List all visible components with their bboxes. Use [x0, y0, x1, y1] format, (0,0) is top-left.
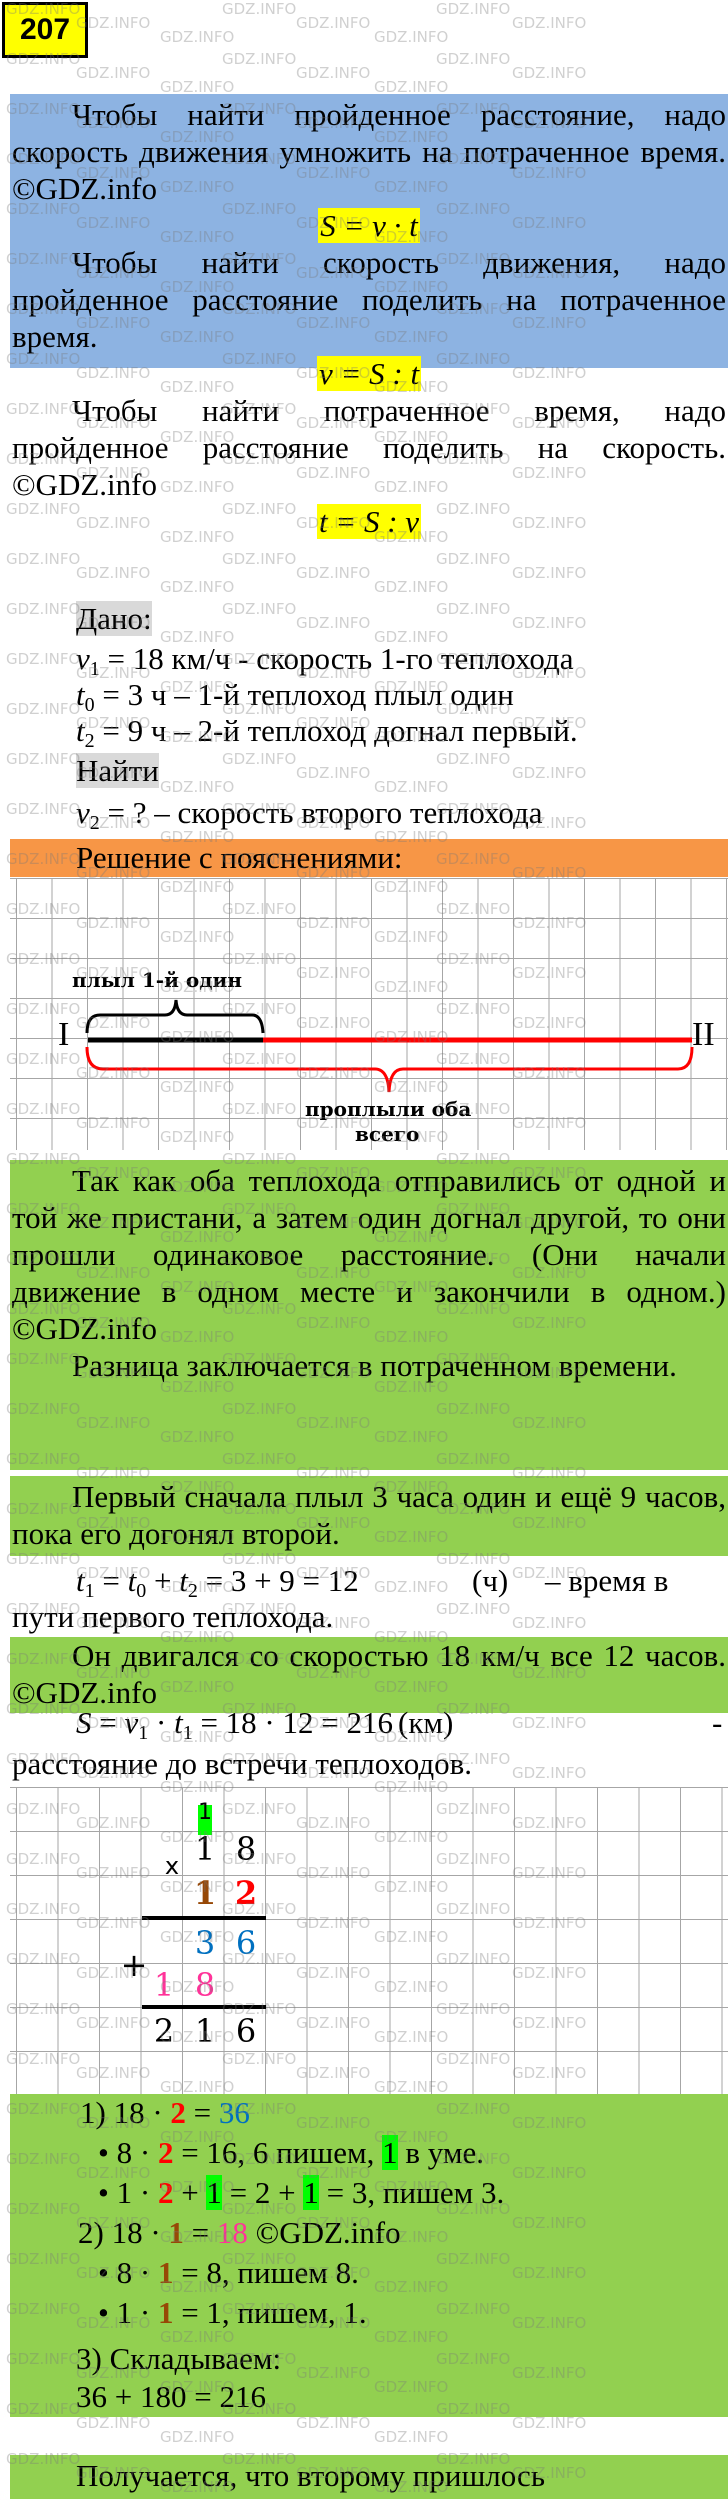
watermark-text: GDZ.INFO	[512, 1614, 587, 1632]
step2-sub2: • 1 · 1 = 1, пишем, 1.	[98, 2295, 367, 2330]
watermark-text: GDZ.INFO	[512, 764, 587, 782]
explanation-block: Так как оба теплохода отправились от одн…	[10, 1160, 728, 1470]
step1: 1) 18 · 2 = 36	[80, 2095, 250, 2130]
t1-desc-2: пути первого теплохода.	[12, 1599, 334, 1634]
watermark-text: GDZ.INFO	[160, 578, 235, 596]
plus-sign: +	[120, 1946, 148, 1984]
watermark-text: GDZ.INFO	[512, 64, 587, 82]
watermark-text: GDZ.INFO	[6, 700, 81, 718]
watermark-text: GDZ.INFO	[436, 550, 511, 568]
find-v2: v2 = ? – скорость второго теплохода	[76, 795, 543, 834]
brace-total	[85, 1046, 694, 1093]
multiplicand-ones: 8	[235, 1830, 257, 1868]
multiplier-ones: 2	[234, 1874, 258, 1912]
final-text: Получается, что второму пришлось	[76, 2458, 545, 2493]
watermark-text: GDZ.INFO	[6, 750, 81, 768]
theory-time-text: Чтобы найти потраченное время, надо прой…	[12, 393, 726, 502]
partial2-hundreds: 1	[153, 1966, 175, 2004]
step1-sub1: • 8 · 2 = 16, 6 пишем, 1 в уме.	[98, 2135, 484, 2170]
watermark-text: GDZ.INFO	[436, 1600, 511, 1618]
watermark-text: GDZ.INFO	[512, 14, 587, 32]
watermark-text: GDZ.INFO	[6, 550, 81, 568]
watermark-text: GDZ.INFO	[222, 0, 297, 18]
watermark-text: GDZ.INFO	[6, 650, 81, 668]
distance-dash: -	[712, 1705, 723, 1740]
find-label: Найти	[76, 753, 159, 788]
theory-block: Чтобы найти пройденное расстояние, надо …	[10, 94, 728, 539]
theory-distance-text: Чтобы найти пройденное расстояние, надо …	[12, 97, 726, 206]
watermark-text: GDZ.INFO	[436, 0, 511, 18]
formula-speed: v = S : t	[316, 356, 422, 391]
step3: 3) Складываем:	[76, 2341, 282, 2376]
multiply-sign: x	[164, 1852, 180, 1880]
watermark-text: GDZ.INFO	[374, 28, 449, 46]
speed-time-text: Он двигался со скоростью 18 км/ч все 12 …	[12, 1638, 726, 1710]
watermark-text: GDZ.INFO	[512, 614, 587, 632]
t1-unit: (ч)	[472, 1563, 509, 1598]
result-hundreds: 2	[153, 2012, 175, 2050]
watermark-text: GDZ.INFO	[222, 50, 297, 68]
watermark-text: GDZ.INFO	[374, 1578, 449, 1596]
watermark-text: GDZ.INFO	[76, 564, 151, 582]
watermark-text: GDZ.INFO	[76, 64, 151, 82]
watermark-text: GDZ.INFO	[6, 800, 81, 818]
diagram-label-total-2: всего	[355, 1122, 420, 1146]
explanation-time-difference: Разница заключается в потраченном времен…	[72, 1348, 677, 1383]
steps-block: 1) 18 · 2 = 36 • 8 · 2 = 16, 6 пишем, 1 …	[10, 2094, 728, 2350]
watermark-text: GDZ.INFO	[512, 564, 587, 582]
watermark-text: GDZ.INFO	[296, 564, 371, 582]
watermark-text: GDZ.INFO	[160, 28, 235, 46]
multiplicand-tens: 1	[194, 1830, 216, 1868]
watermark-text: GDZ.INFO	[374, 2428, 449, 2446]
partial1-tens: 3	[194, 1924, 216, 1962]
addition-line	[142, 2005, 266, 2009]
watermark-text: GDZ.INFO	[436, 50, 511, 68]
watermark-text: GDZ.INFO	[296, 14, 371, 32]
watermark-text: GDZ.INFO	[296, 764, 371, 782]
step3-sum: 36 + 180 = 216	[76, 2379, 266, 2414]
speed-time-block: Он двигался со скоростью 18 км/ч все 12 …	[10, 1637, 728, 1713]
steps-block-cont: 3) Складываем: 36 + 180 = 216	[10, 2340, 728, 2417]
multiplication-line	[142, 1916, 266, 1920]
watermark-text: GDZ.INFO	[436, 600, 511, 618]
partial1-ones: 6	[235, 1924, 257, 1962]
multiplier-tens: 1	[193, 1874, 217, 1912]
watermark-text: GDZ.INFO	[160, 2428, 235, 2446]
column-multiplication-grid	[10, 1787, 728, 2094]
step2-sub1: • 8 · 1 = 8, пишем 8.	[98, 2255, 359, 2290]
theory-speed-text: Чтобы найти скорость движения, надо прой…	[12, 245, 726, 354]
carry-digit: 1	[198, 1800, 212, 1825]
watermark-text: GDZ.INFO	[6, 600, 81, 618]
given-label: Дано:	[76, 601, 152, 636]
watermark-text: GDZ.INFO	[512, 1714, 587, 1732]
formula-time: t = S : v	[316, 504, 422, 539]
watermark-text: GDZ.INFO	[222, 600, 297, 618]
result-tens: 1	[194, 2012, 216, 2050]
partial2-tens: 8	[194, 1966, 216, 2004]
t1-desc: – время в	[545, 1563, 669, 1598]
step1-sub2: • 1 · 2 + 1 = 2 + 1 = 3, пишем 3.	[98, 2175, 505, 2210]
step2: 2) 18 · 1 = 18 ©GDZ.info	[78, 2215, 401, 2250]
watermark-text: GDZ.INFO	[222, 550, 297, 568]
result-ones: 6	[235, 2012, 257, 2050]
final-block: Получается, что второму пришлось	[10, 2455, 728, 2499]
problem-number-badge: 207	[2, 2, 88, 58]
brace-first	[85, 999, 265, 1034]
watermark-text: GDZ.INFO	[512, 1764, 587, 1782]
explanation-same-distance: Так как оба теплохода отправились от одн…	[12, 1163, 726, 1346]
distance-unit: (км)	[398, 1705, 454, 1740]
first-ship-time-text: Первый сначала плыл 3 часа один и ещё 9 …	[12, 1479, 726, 1551]
watermark-text: GDZ.INFO	[296, 614, 371, 632]
watermark-text: GDZ.INFO	[374, 578, 449, 596]
first-ship-time-block: Первый сначала плыл 3 часа один и ещё 9 …	[10, 1476, 728, 1556]
diagram-label-total-1: проплыли оба	[305, 1097, 472, 1121]
formula-distance: S = v · t	[318, 208, 420, 243]
distance-desc: расстояние до встречи теплоходов.	[12, 1746, 473, 1781]
watermark-text: GDZ.INFO	[296, 64, 371, 82]
